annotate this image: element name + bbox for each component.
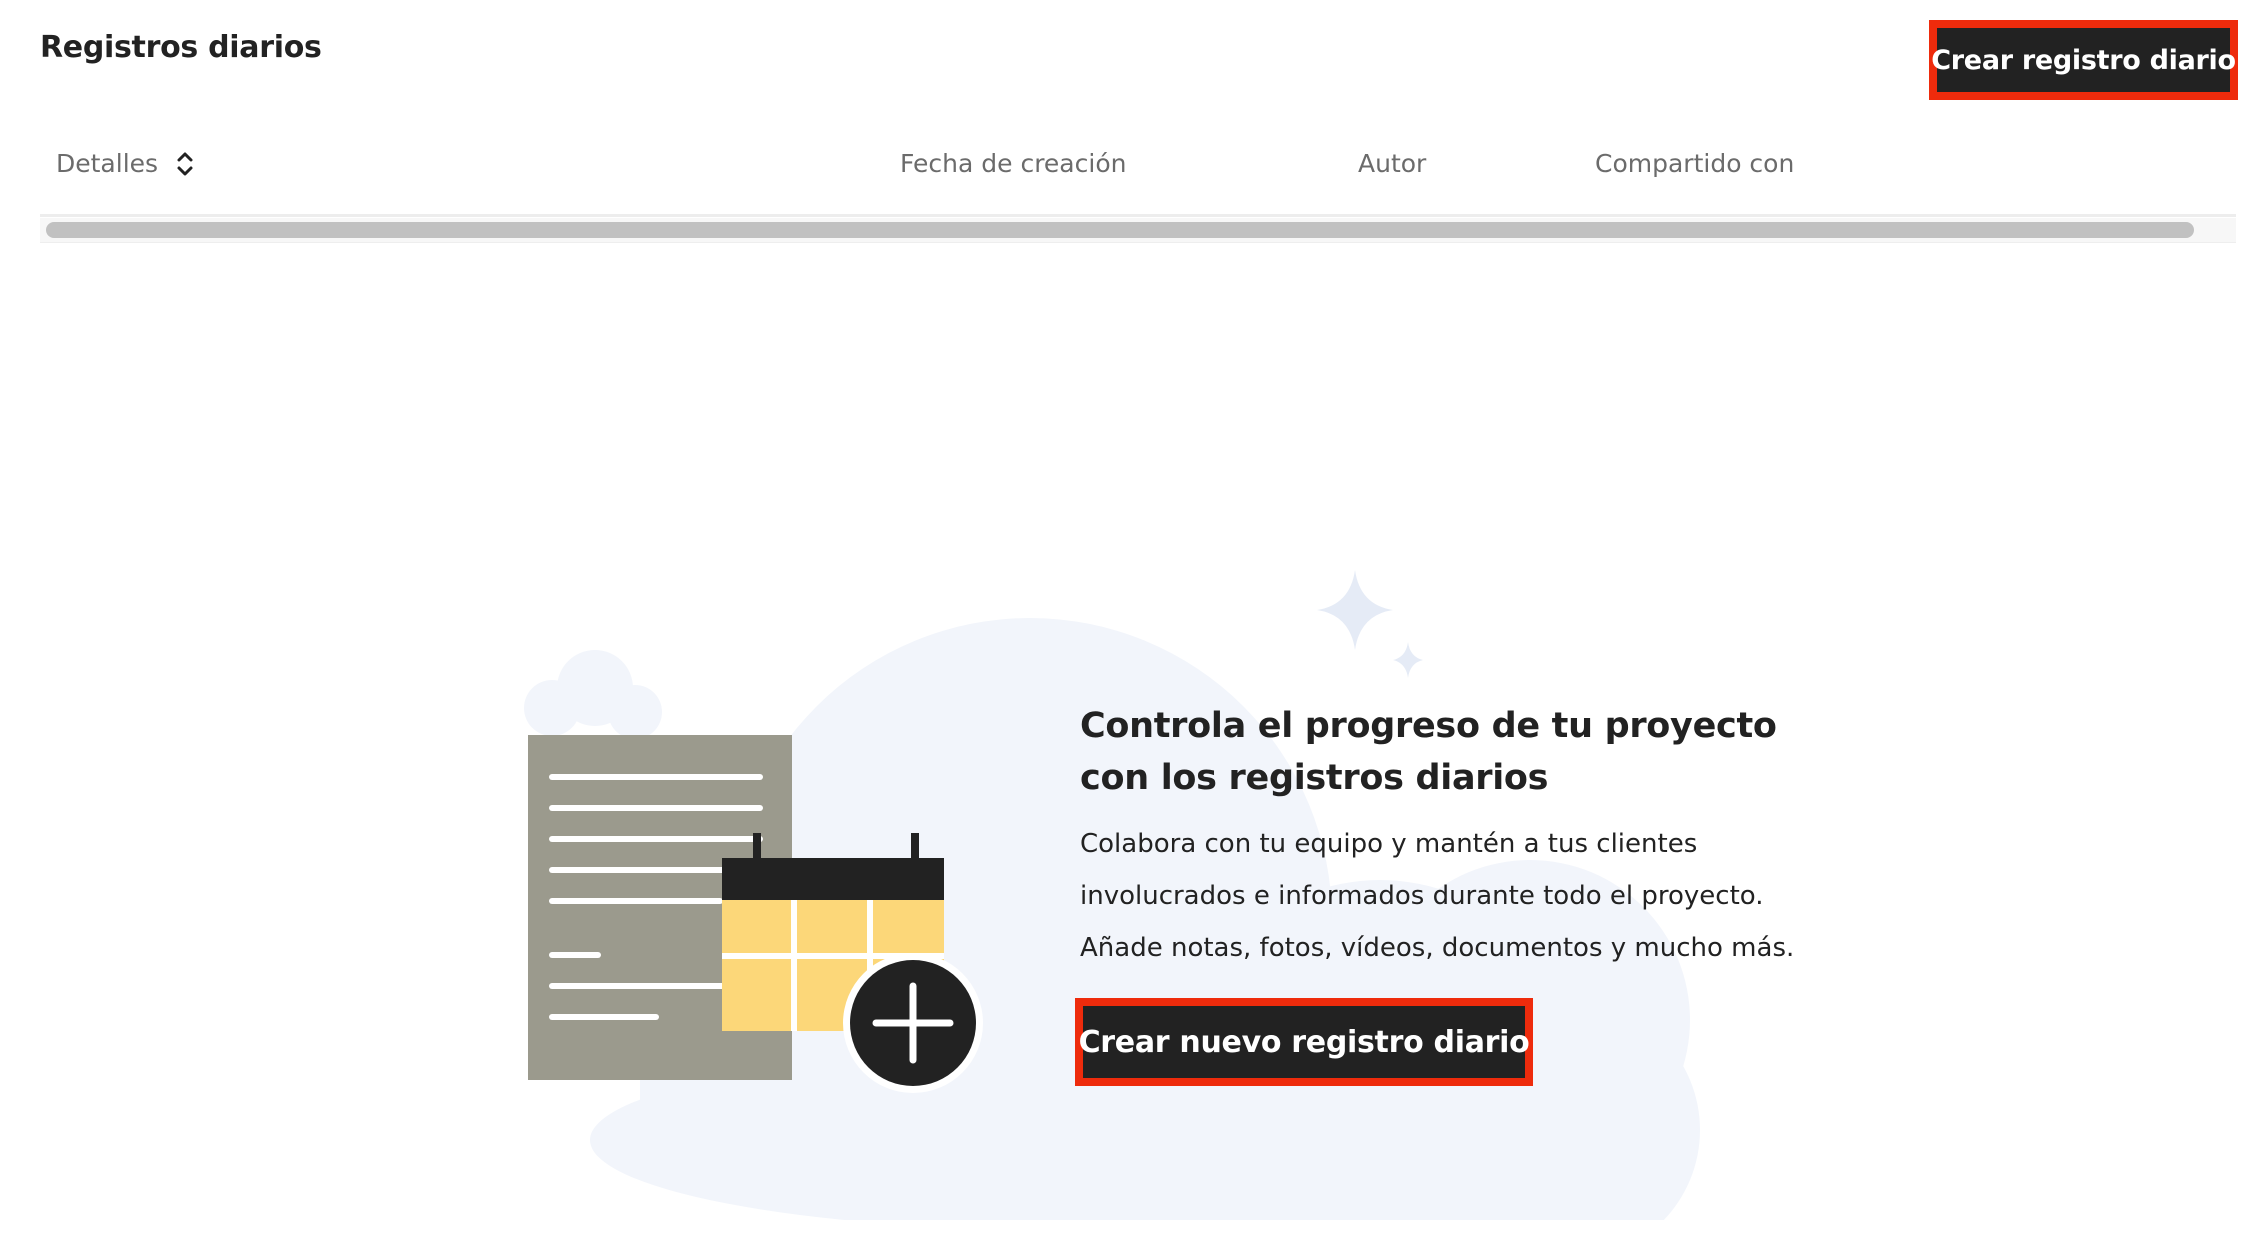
create-new-daily-log-button[interactable]: Crear nuevo registro diario bbox=[1079, 1006, 1530, 1078]
sort-icon[interactable] bbox=[174, 148, 196, 180]
empty-state-title: Controla el progreso de tu proyecto con … bbox=[1080, 706, 1777, 798]
column-header-created-date[interactable]: Fecha de creación bbox=[900, 147, 1126, 181]
column-header-author[interactable]: Autor bbox=[1358, 147, 1426, 181]
column-header-shared-with[interactable]: Compartido con bbox=[1595, 147, 1794, 181]
description-line: Añade notas, fotos, vídeos, documentos y… bbox=[1080, 933, 1795, 963]
horizontal-scrollbar[interactable] bbox=[40, 218, 2236, 243]
sparkle-icon bbox=[1317, 570, 1423, 678]
table-header: Detalles Fecha de creación Autor Compart… bbox=[40, 130, 2236, 217]
description-line: involucrados e informados durante todo e… bbox=[1080, 881, 1764, 911]
create-new-button-highlight: Crear nuevo registro diario bbox=[1075, 998, 1533, 1086]
empty-state-description: Colabora con tu equipo y mantén a tus cl… bbox=[1080, 818, 1840, 974]
column-label-details: Detalles bbox=[56, 149, 159, 178]
description-line: Colabora con tu equipo y mantén a tus cl… bbox=[1080, 829, 1698, 859]
page-title: Registros diarios bbox=[40, 30, 322, 65]
create-daily-log-button[interactable]: Crear registro diario bbox=[1931, 28, 2236, 92]
create-button-highlight: Crear registro diario bbox=[1929, 20, 2238, 100]
column-header-details[interactable]: Detalles bbox=[56, 147, 196, 181]
add-icon bbox=[843, 953, 983, 1093]
scrollbar-thumb[interactable] bbox=[46, 222, 2194, 238]
